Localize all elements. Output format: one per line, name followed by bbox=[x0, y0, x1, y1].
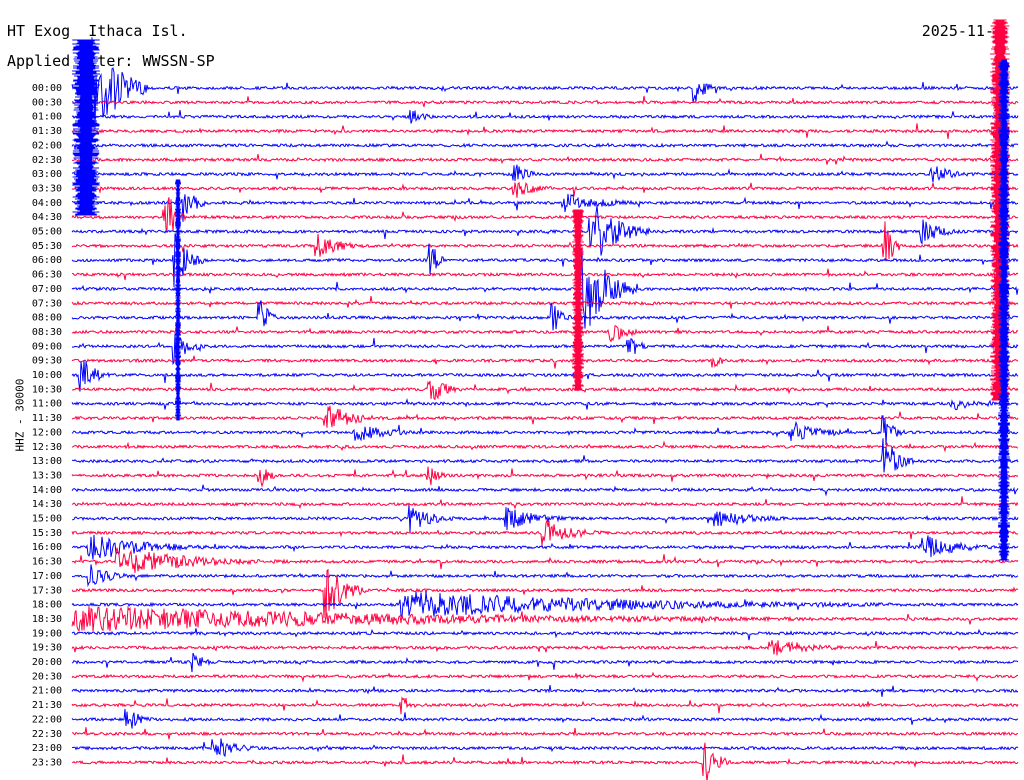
row-label: 15:00 bbox=[32, 514, 62, 525]
trace-row bbox=[71, 671, 1019, 683]
trace-row bbox=[71, 518, 1019, 546]
row-label: 08:00 bbox=[32, 313, 62, 324]
row-label: 05:00 bbox=[32, 227, 62, 238]
trace-row bbox=[71, 268, 1019, 282]
row-label: 16:00 bbox=[32, 542, 62, 553]
row-label: 22:30 bbox=[32, 729, 62, 740]
traces bbox=[71, 19, 1019, 780]
row-label: 21:00 bbox=[32, 686, 62, 697]
row-label: 02:30 bbox=[32, 155, 62, 166]
row-label: 04:00 bbox=[32, 198, 62, 209]
trace-row bbox=[71, 504, 1019, 533]
trace-row bbox=[71, 233, 1019, 288]
row-label: 20:00 bbox=[32, 657, 62, 668]
trace-row bbox=[71, 110, 1019, 124]
row-label: 05:30 bbox=[32, 241, 62, 252]
trace-row bbox=[72, 727, 1018, 740]
trace-row bbox=[71, 605, 1019, 633]
row-label: 17:00 bbox=[32, 571, 62, 582]
row-label: 04:30 bbox=[32, 212, 62, 223]
trace-row bbox=[71, 355, 1019, 369]
trace-row bbox=[71, 95, 1019, 108]
row-label: 18:30 bbox=[32, 614, 62, 625]
trace-row bbox=[71, 438, 1019, 473]
trace-row bbox=[71, 380, 1019, 401]
trace-row bbox=[71, 534, 1019, 560]
row-label: 23:00 bbox=[32, 743, 62, 754]
row-label: 11:00 bbox=[32, 399, 62, 410]
row-label: 17:30 bbox=[32, 585, 62, 596]
row-label: 07:00 bbox=[32, 284, 62, 295]
row-label: 21:30 bbox=[32, 700, 62, 711]
seismogram-plot: 00:00 00:30 01:00 01:30 02:00 02:30 03:00 03:30… bbox=[32, 19, 1019, 780]
trace-row bbox=[71, 37, 1019, 141]
trace-row bbox=[71, 547, 1019, 573]
row-label: 02:00 bbox=[32, 140, 62, 151]
row-label: 06:30 bbox=[32, 270, 62, 281]
row-label: 00:00 bbox=[32, 83, 62, 94]
trace-row bbox=[71, 564, 1019, 588]
trace-row bbox=[71, 153, 1019, 165]
row-label: 19:30 bbox=[32, 643, 62, 654]
trace-row bbox=[71, 738, 1019, 758]
trace-row bbox=[71, 466, 1019, 488]
trace-row bbox=[71, 221, 1019, 260]
row-label: 12:30 bbox=[32, 442, 62, 453]
trace-row bbox=[71, 484, 1019, 497]
time-labels: 00:00 00:30 01:00 01:30 02:00 02:30 03:00 03:30… bbox=[32, 83, 62, 768]
row-label: 20:30 bbox=[32, 671, 62, 682]
row-label: 10:30 bbox=[32, 384, 62, 395]
row-label: 03:30 bbox=[32, 183, 62, 194]
row-label: 01:00 bbox=[32, 112, 62, 123]
clipped-event bbox=[72, 39, 100, 216]
row-label: 06:00 bbox=[32, 255, 62, 266]
row-label: 10:00 bbox=[32, 370, 62, 381]
trace-row bbox=[71, 440, 1019, 453]
row-label: 11:30 bbox=[32, 413, 62, 424]
row-label: 23:30 bbox=[32, 757, 62, 768]
trace-row bbox=[71, 300, 1019, 331]
trace-row bbox=[71, 591, 1019, 620]
row-label: 01:30 bbox=[32, 126, 62, 137]
trace-row bbox=[71, 123, 1019, 139]
trace-row bbox=[71, 405, 1019, 428]
trace-row bbox=[71, 140, 1019, 153]
clipped-event bbox=[175, 179, 181, 421]
trace-row bbox=[71, 640, 1019, 656]
trace-row bbox=[71, 181, 1019, 198]
trace-row bbox=[71, 415, 1019, 446]
row-label: 18:00 bbox=[32, 600, 62, 611]
row-label: 13:30 bbox=[32, 470, 62, 481]
row-label: 13:00 bbox=[32, 456, 62, 467]
row-label: 08:30 bbox=[32, 327, 62, 338]
trace-row bbox=[71, 296, 1019, 309]
trace-row bbox=[71, 652, 1019, 673]
clipped-event bbox=[572, 209, 584, 391]
row-label: 22:00 bbox=[32, 714, 62, 725]
trace-row bbox=[71, 360, 1019, 392]
row-label: 14:00 bbox=[32, 485, 62, 496]
trace-row bbox=[71, 708, 1019, 729]
trace-row bbox=[71, 325, 1019, 343]
trace-row bbox=[71, 496, 1019, 510]
row-label: 16:30 bbox=[32, 557, 62, 568]
trace-row bbox=[71, 164, 1019, 183]
row-label: 03:00 bbox=[32, 169, 62, 180]
row-label: 09:30 bbox=[32, 356, 62, 367]
trace-row bbox=[71, 397, 1019, 411]
row-label: 14:30 bbox=[32, 499, 62, 510]
row-label: 15:30 bbox=[32, 528, 62, 539]
trace-row bbox=[71, 696, 1019, 715]
trace-row bbox=[71, 685, 1019, 697]
row-label: 12:00 bbox=[32, 427, 62, 438]
trace-row bbox=[71, 205, 1019, 256]
row-label: 09:00 bbox=[32, 341, 62, 352]
trace-row bbox=[71, 628, 1019, 641]
row-label: 07:30 bbox=[32, 298, 62, 309]
row-label: 00:30 bbox=[32, 97, 62, 108]
row-label: 19:00 bbox=[32, 628, 62, 639]
